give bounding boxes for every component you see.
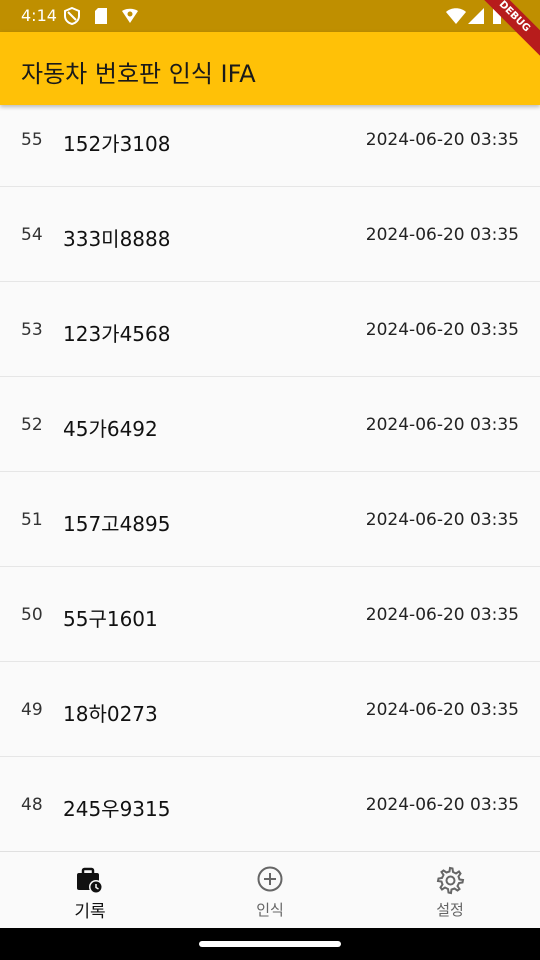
list-item[interactable]: 53 123가4568 2024-06-20 03:35 — [0, 282, 540, 377]
notification-icon — [122, 8, 138, 23]
status-bar: 4:14 — [0, 0, 540, 32]
record-plate: 45가6492 — [63, 417, 158, 441]
record-index: 48 — [21, 795, 43, 815]
wifi-icon — [446, 8, 466, 24]
status-time: 4:14 — [21, 6, 57, 25]
records-list[interactable]: 55 152가3108 2024-06-20 03:35 54 333미8888… — [0, 92, 540, 852]
list-item[interactable]: 54 333미8888 2024-06-20 03:35 — [0, 187, 540, 282]
record-plate: 152가3108 — [63, 132, 171, 156]
record-timestamp: 2024-06-20 03:35 — [365, 320, 519, 340]
record-plate: 18하0273 — [63, 702, 158, 726]
record-plate: 55구1601 — [63, 607, 158, 631]
record-index: 50 — [21, 605, 43, 625]
list-item[interactable]: 52 45가6492 2024-06-20 03:35 — [0, 377, 540, 472]
record-timestamp: 2024-06-20 03:35 — [365, 605, 519, 625]
record-plate: 157고4895 — [63, 512, 171, 536]
page-title: 자동차 번호판 인식 IFA — [21, 60, 256, 88]
record-index: 52 — [21, 415, 43, 435]
app-bar: 자동차 번호판 인식 IFA — [0, 32, 540, 105]
nav-label-recognize: 인식 — [256, 901, 284, 919]
record-timestamp: 2024-06-20 03:35 — [365, 510, 519, 530]
list-item[interactable]: 55 152가3108 2024-06-20 03:35 — [0, 92, 540, 187]
system-navigation-bar — [0, 928, 540, 960]
record-timestamp: 2024-06-20 03:35 — [365, 225, 519, 245]
record-plate: 333미8888 — [63, 227, 171, 251]
signal-icon — [468, 8, 484, 24]
record-plate: 245우9315 — [63, 797, 171, 821]
nav-label-history: 기록 — [74, 902, 106, 922]
record-index: 55 — [21, 130, 43, 150]
vpn-shield-icon — [64, 7, 80, 25]
list-item[interactable]: 51 157고4895 2024-06-20 03:35 — [0, 472, 540, 567]
record-plate: 123가4568 — [63, 322, 171, 346]
record-index: 49 — [21, 700, 43, 720]
record-index: 53 — [21, 320, 43, 340]
record-timestamp: 2024-06-20 03:35 — [365, 795, 519, 815]
list-item[interactable]: 49 18하0273 2024-06-20 03:35 — [0, 662, 540, 757]
nav-label-settings: 설정 — [436, 901, 464, 919]
record-timestamp: 2024-06-20 03:35 — [365, 130, 519, 150]
list-item[interactable]: 48 245우9315 2024-06-20 03:35 — [0, 757, 540, 852]
record-index: 51 — [21, 510, 43, 530]
nav-item-settings[interactable]: 설정 — [360, 852, 540, 929]
add-circle-icon — [257, 866, 283, 892]
history-briefcase-icon — [77, 867, 103, 894]
record-timestamp: 2024-06-20 03:35 — [365, 415, 519, 435]
record-timestamp: 2024-06-20 03:35 — [365, 700, 519, 720]
list-item[interactable]: 50 55구1601 2024-06-20 03:35 — [0, 567, 540, 662]
home-gesture-handle[interactable] — [199, 941, 341, 947]
record-index: 54 — [21, 225, 43, 245]
nav-item-history[interactable]: 기록 — [0, 852, 180, 929]
nav-item-recognize[interactable]: 인식 — [180, 852, 360, 929]
sd-card-icon — [95, 8, 107, 24]
settings-gear-icon — [436, 866, 465, 895]
bottom-nav: 기록 인식 설정 — [0, 851, 540, 929]
